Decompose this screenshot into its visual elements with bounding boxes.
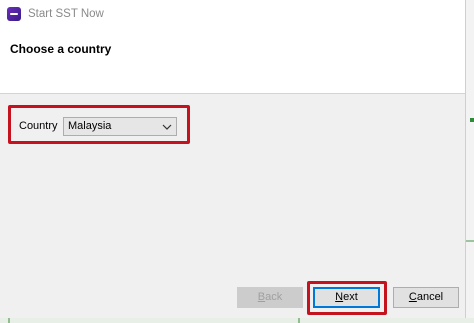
back-button-mnemonic: B: [257, 291, 266, 303]
cancel-button-label: ancel: [416, 291, 444, 303]
app-icon: [7, 7, 21, 21]
back-button-label: ack: [265, 291, 283, 303]
cancel-button-mnemonic: C: [408, 291, 417, 303]
background-marker: [298, 318, 300, 323]
country-dropdown[interactable]: Malaysia: [63, 117, 177, 136]
screen: Start SST Now Choose a country Country M…: [0, 0, 474, 323]
wizard-window: Start SST Now Choose a country Country M…: [0, 0, 466, 318]
page-title: Choose a country: [10, 42, 112, 56]
background-marker: [470, 118, 474, 122]
country-selected-value: Malaysia: [68, 120, 112, 132]
next-button-mnemonic: N: [335, 291, 344, 303]
next-button-label: ext: [343, 291, 358, 303]
next-button[interactable]: Next: [313, 287, 380, 308]
cancel-button[interactable]: Cancel: [393, 287, 459, 308]
title-bar: Start SST Now: [0, 0, 465, 30]
country-label: Country: [19, 120, 58, 132]
background-marker: [8, 318, 10, 323]
window-title: Start SST Now: [28, 8, 104, 20]
background-window-edge: [466, 0, 474, 323]
wizard-header: Choose a country: [0, 30, 465, 94]
chevron-down-icon: [162, 124, 172, 130]
background-marker: [466, 240, 474, 242]
back-button[interactable]: Back: [237, 287, 303, 308]
background-window-bottom: [0, 318, 474, 323]
country-highlight-box: Country Malaysia: [8, 105, 190, 144]
